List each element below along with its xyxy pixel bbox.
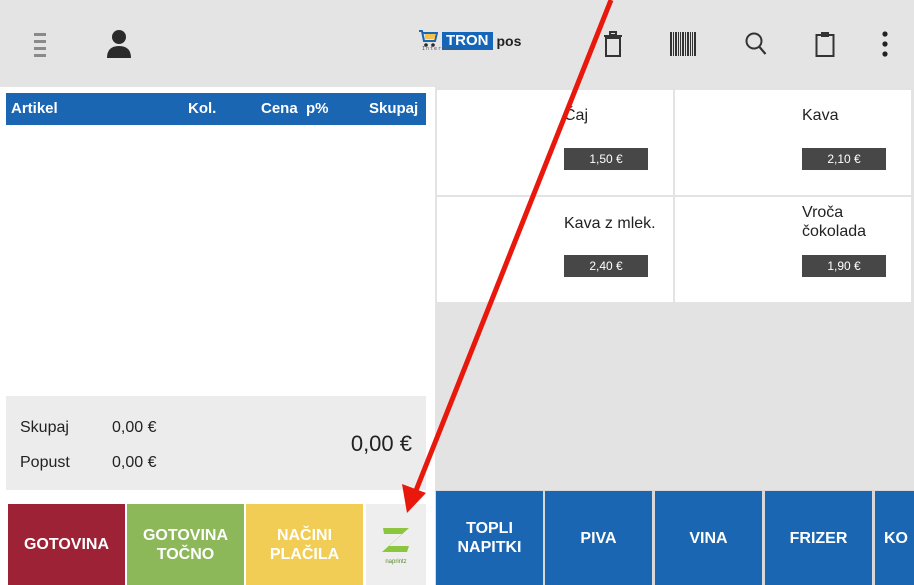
product-tile-vroca-cokolada[interactable]: Vroča čokolada 1,90 € [675,197,911,302]
product-price: 2,10 € [802,148,886,170]
column-kol: Kol. [188,100,217,117]
discount-label: Popust [20,454,70,471]
category-label: TOPLI NAPITKI [458,519,522,557]
product-tile-caj[interactable]: Čaj 1,50 € [437,90,673,195]
product-price: 1,50 € [564,148,648,170]
product-name: Kava z mlek. [564,215,656,232]
naprintz-logo-icon [380,524,412,559]
product-name: Kava [802,107,839,124]
category-frizer[interactable]: FRIZER [765,491,872,585]
category-ko[interactable]: KO [875,491,914,585]
product-tile-kava-z-mlek[interactable]: Kava z mlek. 2,40 € [437,197,673,302]
receipt-header: Artikel Kol. Cena p% Skupaj [6,93,426,125]
receipt-items-list[interactable] [6,125,426,395]
category-line2: NAPITKI [457,539,522,556]
product-name: Vroča čokolada [802,203,866,241]
clipboard-icon[interactable] [810,0,840,87]
payment-methods-button[interactable]: NAČINI PLAČILA [246,504,363,585]
column-skupaj: Skupaj [369,100,419,117]
tron-pos-logo: TRON pos InterCenter [418,28,521,53]
total-value: 0,00 € [112,419,157,436]
totals-panel: Skupaj 0,00 € Popust 0,00 € 0,00 € [6,396,426,490]
naprintz-button[interactable]: naprintz [366,504,426,585]
product-tile-kava[interactable]: Kava 2,10 € [675,90,911,195]
product-name-line1: Vroča [802,204,844,221]
trash-icon[interactable] [598,0,628,87]
category-label: PIVA [580,529,617,547]
search-icon[interactable] [741,0,771,87]
cash-exact-label: GOTOVINA TOČNO [143,526,228,564]
discount-value: 0,00 € [112,454,157,471]
naprintz-label: naprintz [385,558,407,565]
column-discount: p% [306,100,329,117]
product-price: 2,40 € [564,255,648,277]
category-vina[interactable]: VINA [655,491,762,585]
category-label: VINA [689,529,728,547]
grand-total: 0,00 € [350,431,412,456]
column-cena: Cena [261,100,298,117]
cash-exact-line2: TOČNO [156,545,215,563]
product-price: 1,90 € [802,255,886,277]
payment-methods-line1: NAČINI [276,526,333,544]
cash-label: GOTOVINA [23,536,110,553]
category-label: KO [884,529,908,547]
category-label: FRIZER [789,529,848,547]
more-vert-icon[interactable] [875,0,895,87]
category-line1: TOPLI [466,520,513,537]
column-artikel: Artikel [11,100,58,117]
logo-sub: InterCenter [422,46,467,52]
total-label: Skupaj [20,419,69,436]
cash-exact-line1: GOTOVINA [142,526,229,544]
category-piva[interactable]: PIVA [545,491,652,585]
user-icon[interactable] [104,0,134,87]
cash-button[interactable]: GOTOVINA [8,504,125,585]
category-topli-napitki[interactable]: TOPLI NAPITKI [436,491,543,585]
payment-methods-line2: PLAČILA [269,545,340,563]
product-name-line2: čokolada [802,223,867,240]
menu-icon[interactable] [30,0,50,87]
logo-pos: pos [496,32,522,49]
cash-exact-button[interactable]: GOTOVINA TOČNO [127,504,244,585]
payment-methods-label: NAČINI PLAČILA [270,526,339,564]
barcode-icon[interactable] [668,0,698,87]
top-bar: TRON pos InterCenter [0,0,914,87]
product-name: Čaj [564,107,589,124]
